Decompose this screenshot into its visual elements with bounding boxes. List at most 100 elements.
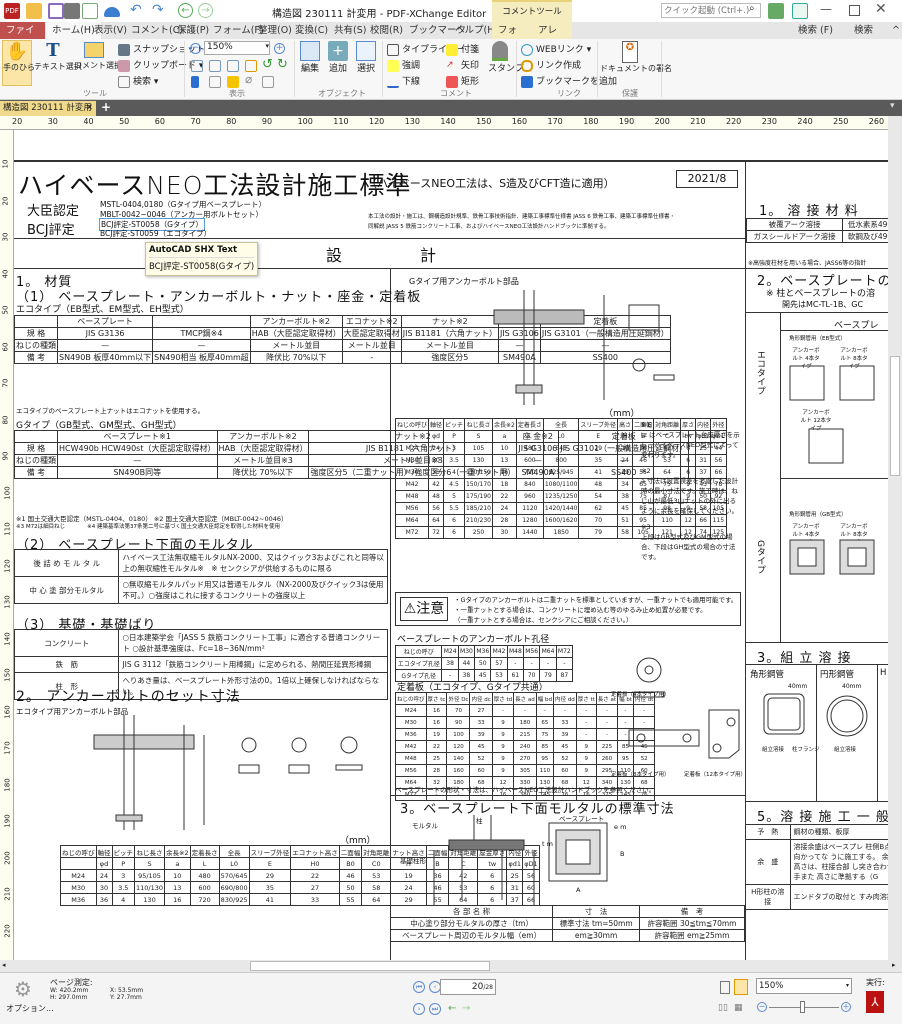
quick-launch-input[interactable] [661,3,761,18]
table-row: ベースプレート周辺のモルタル幅（em） em≧30mm 許容範囲 em≧25mm [389,929,745,942]
table-header-cell: M72 [555,645,574,658]
underline-button[interactable]: 下線 [387,74,420,88]
stamp-button[interactable]: スタンプ [488,41,524,74]
close-tab-icon[interactable]: ✕ [86,101,93,116]
continuous-facing-icon[interactable]: ▦ [734,1003,743,1013]
settings-icon[interactable] [768,3,784,19]
first-page-button[interactable]: ⏮ [413,981,425,993]
fullscreen-icon[interactable] [792,3,808,19]
bookmarks-icon[interactable] [191,76,199,88]
page-number-input[interactable]: 20/28 [440,979,496,995]
find-button[interactable]: 検索 (F) [792,22,839,39]
table-header-cell: ねじ長さ [133,845,166,858]
scroll-right-icon[interactable]: ▸ [892,961,896,969]
rotate-right-icon[interactable]: ↻ [277,57,288,72]
maximize-button[interactable] [849,5,860,16]
add-bookmark-button[interactable]: ブックマークを追加 [521,74,617,88]
table-cell: 960 [515,490,544,503]
comment-select-button[interactable]: コメント選択 [74,40,122,71]
tab-arrange[interactable]: アレンジ [532,22,572,53]
tab-format[interactable]: フォーマット [492,22,532,70]
zoom-in-icon[interactable]: + [274,43,285,54]
prev-view-button[interactable]: ← [448,1003,456,1014]
attachment-icon[interactable]: ⌀ [245,72,252,86]
create-link-label: リンク作成 [536,61,582,71]
new-tab-icon[interactable]: + [101,100,111,114]
arrow-button[interactable]: ↗ 矢印 [446,58,479,72]
table-header-cell: アンカーボルト※2 [249,315,343,328]
table-cell: 1235/1250 [542,490,580,503]
hole-diameter-heading: ベースプレートのアンカーボルト孔径 [397,635,550,645]
save-icon[interactable] [48,3,64,19]
options-button[interactable]: オプション... [6,1003,54,1014]
table-cell: 3.5 [443,454,466,467]
add-object-button[interactable]: + 追加 [326,41,350,74]
table-cell: 中 心 塗 部分モルタル [14,576,120,604]
acrobat-icon[interactable]: ⅄ [866,991,884,1013]
comments-icon[interactable] [227,76,239,88]
table-cell: 45 [469,740,493,753]
horizontal-scrollbar[interactable]: ◂ ▸ [0,960,902,972]
scroll-left-icon[interactable]: ◂ [2,961,6,969]
search-tool-button[interactable]: 検索 ▾ [118,74,158,88]
next-view-button[interactable]: → [462,1003,470,1014]
table-cell: H形柱の溶接 [745,884,791,910]
web-link-button[interactable]: WEBリンク ▾ [521,42,591,56]
hand-tool-button[interactable]: ✋ 手のひら [2,40,35,86]
zoom-slider-thumb[interactable] [800,1001,805,1013]
vertical-scroll-thumb[interactable] [890,356,900,476]
gear-icon[interactable]: ⚙ [14,977,32,1001]
edit-object-button[interactable]: 編集 [298,41,322,74]
forward-icon[interactable]: → [198,3,213,18]
horizontal-scroll-thumb[interactable] [250,961,490,971]
text-select-button[interactable]: T テキスト選択 [34,40,82,72]
back-icon[interactable]: ← [178,3,193,18]
zoom-out-icon[interactable]: − [190,43,201,54]
sign-document-button[interactable]: ✪ ドキュメントの署名 [600,41,672,74]
table-cell: 10 [491,442,517,455]
table-cell: 規 格 [14,442,58,455]
fit-visible-icon[interactable] [245,60,257,72]
table-header-cell: 寸 法 [552,905,641,918]
select-label: 選択 [356,64,375,74]
search-button[interactable]: 検索 [848,22,879,39]
properties-icon[interactable] [262,76,274,88]
open-folder-icon[interactable] [26,3,42,19]
next-page-button[interactable]: › [413,1003,425,1015]
rotate-left-icon[interactable]: ↺ [262,57,273,72]
table-cell: P [443,430,466,443]
zoom-out-button[interactable]: − [757,1002,767,1012]
last-page-button[interactable]: ⏭ [429,1003,441,1015]
continuous-page-icon[interactable] [734,979,748,995]
vertical-scrollbar[interactable] [888,116,902,960]
minimize-button[interactable]: — [820,2,832,16]
fit-page-icon[interactable] [209,60,221,72]
actual-size-icon[interactable] [191,60,203,72]
create-link-button[interactable]: リンク作成 [521,58,581,72]
scan-icon[interactable] [104,7,120,17]
collapse-ribbon-icon[interactable]: ^ [886,22,902,39]
underline-label: 下線 [402,77,421,87]
tab-list-icon[interactable]: ▾ [890,101,895,111]
single-page-icon[interactable] [720,981,730,994]
facing-page-icon[interactable]: ▯▯ [718,1003,728,1013]
zoom-in-button[interactable]: + [841,1002,851,1012]
print-icon[interactable] [64,3,80,19]
zoom-select[interactable]: 150% ▾ [204,41,270,55]
email-icon[interactable] [82,3,98,19]
note-mark: ※3 [641,523,651,531]
document-tab[interactable]: 構造図 230111 計変用 ✕ [0,101,96,116]
zoom-level-select[interactable]: 150% ▾ [756,978,852,994]
table-cell: 64 [428,514,445,527]
rectangle-button[interactable]: 矩形 [446,74,479,88]
fit-width-icon[interactable] [227,60,239,72]
undo-icon[interactable]: ↶ [130,2,142,18]
sticky-note-button[interactable]: 付箋 [446,42,479,56]
table-cell: 215 [513,728,537,741]
select-object-button[interactable]: 選択 [354,41,378,74]
highlight-button[interactable]: 強調 [387,58,420,72]
tab-file[interactable]: ファイル(F) [0,22,45,53]
close-button[interactable]: ✕ [875,1,887,17]
redo-icon[interactable]: ↷ [152,2,164,18]
pages-icon[interactable] [209,76,221,88]
